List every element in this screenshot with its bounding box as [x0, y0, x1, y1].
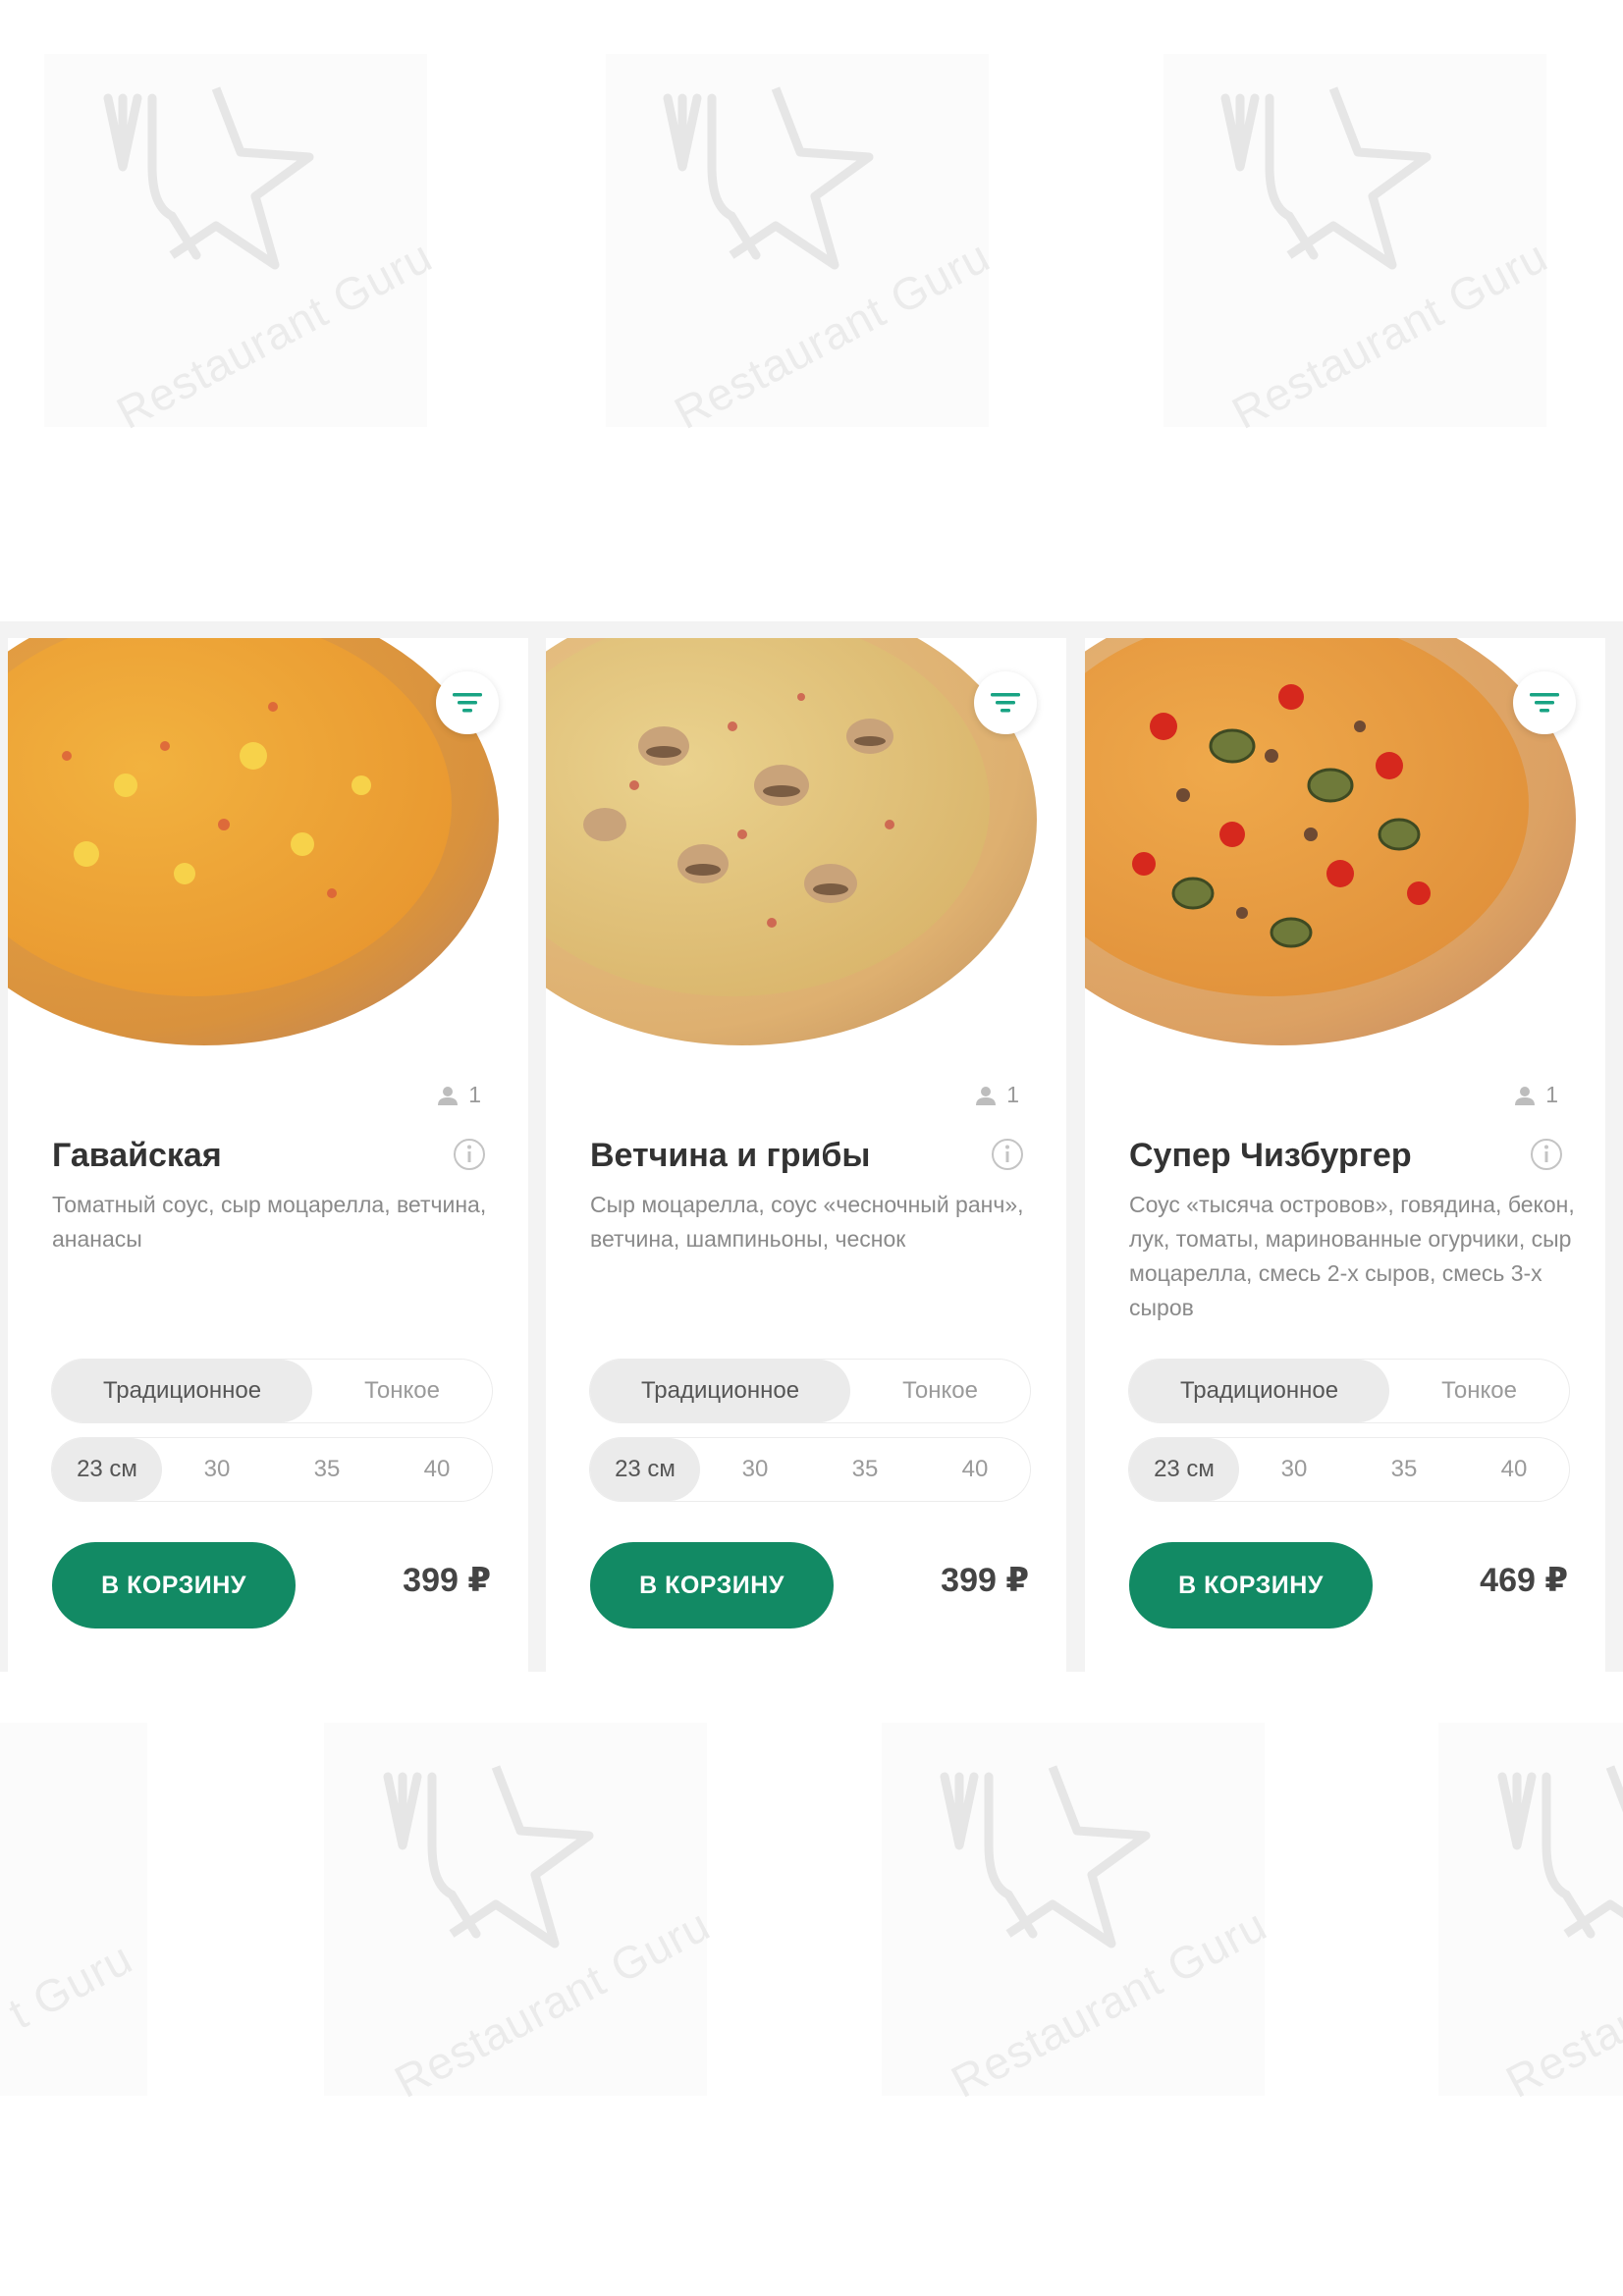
product-price: 469 ₽ [1480, 1562, 1568, 1599]
dough-option-traditional[interactable]: Традиционное [1129, 1360, 1389, 1422]
size-option[interactable]: 35 [1349, 1438, 1459, 1501]
watermark-text: Restaurant Guru [1223, 230, 1556, 439]
size-option[interactable]: 30 [1239, 1438, 1349, 1501]
watermark-logo-icon [1220, 86, 1432, 270]
filter-button[interactable] [974, 671, 1037, 734]
size-selector: 23 см 30 35 40 [52, 1438, 492, 1501]
size-option[interactable]: 23 см [52, 1438, 162, 1501]
servings-indicator: 1 [975, 1082, 1019, 1108]
watermark-text: Restaurant Guru [386, 1898, 719, 2108]
servings-count: 1 [1006, 1082, 1019, 1107]
servings-count: 1 [468, 1082, 481, 1107]
product-title: Супер Чизбургер [1129, 1137, 1412, 1174]
person-icon [438, 1086, 459, 1105]
filter-button[interactable] [436, 671, 499, 734]
product-grid: 1 Гавайская Томатный соус, сыр моцарелла… [0, 621, 1623, 1672]
add-to-cart-button[interactable]: В КОРЗИНУ [590, 1542, 834, 1629]
watermark-text: Restau [1497, 1992, 1623, 2108]
size-option[interactable]: 23 см [1129, 1438, 1239, 1501]
person-icon [976, 1086, 997, 1105]
filter-icon [453, 693, 482, 713]
person-icon [1515, 1086, 1536, 1105]
info-icon[interactable] [452, 1137, 487, 1172]
product-title: Гавайская [52, 1137, 222, 1174]
info-icon[interactable] [990, 1137, 1025, 1172]
watermark-text: Restaurant Guru [666, 230, 999, 439]
size-selector: 23 см 30 35 40 [1129, 1438, 1569, 1501]
size-option[interactable]: 35 [272, 1438, 382, 1501]
watermark-logo-icon [663, 86, 874, 270]
product-price: 399 ₽ [403, 1562, 491, 1599]
product-title: Ветчина и грибы [590, 1137, 871, 1174]
product-price: 399 ₽ [941, 1562, 1029, 1599]
dough-option-traditional[interactable]: Традиционное [52, 1360, 312, 1422]
product-card: 1 Супер Чизбургер Соус «тысяча островов»… [1085, 638, 1605, 1672]
size-option[interactable]: 23 см [590, 1438, 700, 1501]
dough-option-thin[interactable]: Тонкое [1389, 1360, 1569, 1422]
size-selector: 23 см 30 35 40 [590, 1438, 1030, 1501]
size-option[interactable]: 30 [162, 1438, 272, 1501]
dough-option-thin[interactable]: Тонкое [850, 1360, 1030, 1422]
watermark-logo-icon [383, 1765, 594, 1949]
servings-indicator: 1 [437, 1082, 481, 1108]
watermark-logo-icon [1497, 1765, 1623, 1939]
product-description: Томатный соус, сыр моцарелла, ветчина, а… [52, 1192, 487, 1252]
watermark-logo-icon [103, 86, 314, 270]
dough-selector: Традиционное Тонкое [1129, 1360, 1569, 1422]
size-option[interactable]: 35 [810, 1438, 920, 1501]
watermark-text: Restaurant Guru [108, 230, 441, 439]
size-option[interactable]: 40 [1459, 1438, 1569, 1501]
filter-icon [991, 693, 1020, 713]
dough-option-thin[interactable]: Тонкое [312, 1360, 492, 1422]
watermark-logo-icon [940, 1765, 1151, 1949]
size-option[interactable]: 40 [920, 1438, 1030, 1501]
dough-selector: Традиционное Тонкое [590, 1360, 1030, 1422]
add-to-cart-button[interactable]: В КОРЗИНУ [1129, 1542, 1373, 1629]
product-description: Сыр моцарелла, соус «чесночный ранч», ве… [590, 1192, 1024, 1252]
filter-icon [1530, 693, 1559, 713]
servings-count: 1 [1545, 1082, 1558, 1107]
dough-option-traditional[interactable]: Традиционное [590, 1360, 850, 1422]
dough-selector: Традиционное Тонкое [52, 1360, 492, 1422]
add-to-cart-button[interactable]: В КОРЗИНУ [52, 1542, 296, 1629]
servings-indicator: 1 [1514, 1082, 1558, 1108]
product-card: 1 Ветчина и грибы Сыр моцарелла, соус «ч… [546, 638, 1066, 1672]
filter-button[interactable] [1513, 671, 1576, 734]
info-icon[interactable] [1529, 1137, 1564, 1172]
watermark-text: Restaurant Guru [943, 1898, 1275, 2108]
product-card: 1 Гавайская Томатный соус, сыр моцарелла… [8, 638, 528, 1672]
size-option[interactable]: 40 [382, 1438, 492, 1501]
watermark-text: t Guru [0, 1932, 141, 2039]
product-description: Соус «тысяча островов», говядина, бекон,… [1129, 1192, 1575, 1320]
size-option[interactable]: 30 [700, 1438, 810, 1501]
